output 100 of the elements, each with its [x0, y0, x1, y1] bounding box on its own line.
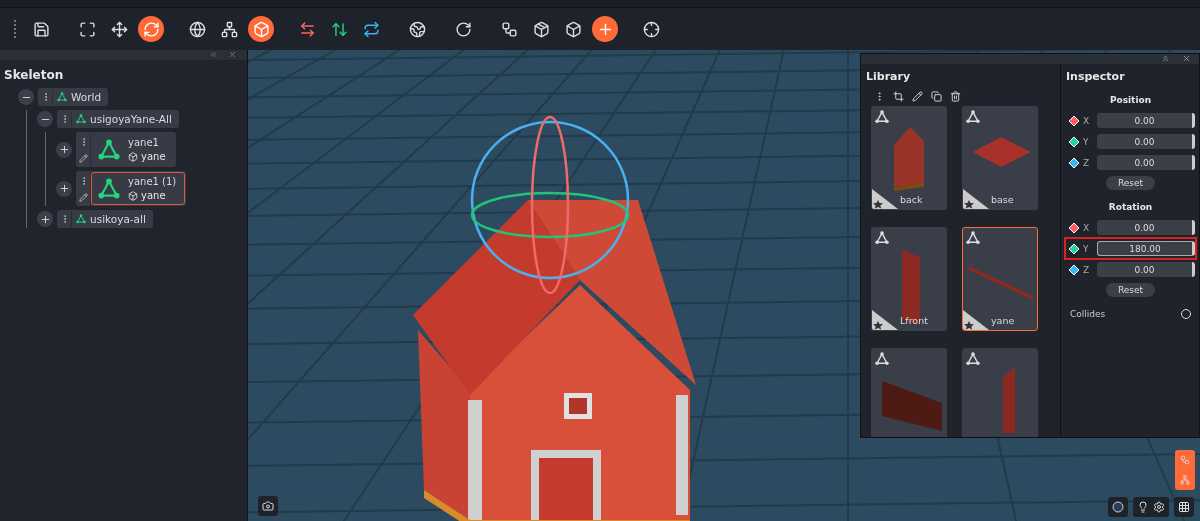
crosshair-icon [642, 20, 660, 38]
keyframe-icon [1069, 243, 1079, 254]
tree-node[interactable]: yane1 yane [76, 132, 176, 167]
camera-button[interactable] [258, 496, 278, 516]
globe-icon [408, 20, 426, 38]
copy-icon [931, 91, 942, 102]
number-field[interactable]: 0.00 [1097, 262, 1195, 277]
cube-outline-icon [564, 20, 582, 38]
cube-icon [532, 20, 550, 38]
settings-icon [1153, 501, 1165, 513]
skeleton-icon [875, 231, 889, 245]
axis-label: Y [1083, 136, 1090, 147]
pencil-icon [912, 91, 923, 102]
reset-button[interactable]: Reset [1105, 176, 1156, 190]
panel-title: Inspector [1066, 70, 1126, 83]
save-icon [32, 20, 50, 38]
model-thumbnail [882, 381, 942, 431]
library-card[interactable]: base [962, 106, 1038, 210]
expand-icon [78, 20, 96, 38]
axis-label: X [1083, 115, 1091, 126]
lighting-button[interactable] [1133, 497, 1169, 517]
keyframe-icon [1069, 222, 1079, 233]
tree-node[interactable]: yane1 (1) yane [76, 171, 187, 206]
node-label: yane1 [128, 137, 160, 148]
number-field[interactable]: 0.00 [1097, 134, 1195, 149]
background-button[interactable] [1108, 497, 1128, 517]
close-icon [228, 50, 237, 59]
library-card[interactable]: Lfront [871, 227, 947, 331]
plus-icon [39, 213, 51, 225]
keyframe-icon [1069, 264, 1079, 275]
collapse-button[interactable] [18, 89, 34, 105]
grid-button[interactable] [1174, 497, 1194, 517]
node-label: yane1 (1) [128, 176, 177, 187]
model-label: yane [128, 151, 166, 162]
card-label: Lfront [900, 315, 928, 326]
globe-icon [188, 20, 206, 38]
number-field[interactable]: 0.00 [1097, 155, 1195, 170]
axis-label: Z [1083, 264, 1091, 275]
pencil-icon [79, 153, 88, 163]
move-icon [110, 20, 128, 38]
reset-button[interactable]: Reset [1105, 283, 1156, 297]
axis-label: Y [1083, 243, 1090, 254]
model-thumbnail [969, 266, 1033, 300]
grid-icon [1178, 501, 1190, 513]
skeleton-icon [966, 352, 980, 366]
pencil-icon [79, 192, 88, 202]
keyframe-icon [1069, 157, 1079, 168]
node-label: usigoyaYane-All [72, 111, 178, 127]
keyframe-icon [1069, 136, 1079, 147]
plus-icon [58, 144, 70, 155]
library-card[interactable]: yane [962, 227, 1038, 331]
cube-icon [128, 190, 138, 201]
swap-icon [362, 20, 380, 38]
collides-label: Collides [1070, 309, 1106, 319]
skeleton-icon [76, 214, 86, 224]
viewport[interactable]: Library back base Lfront yane Inspector Position X 0.00 Y 0.00 Z 0.00 Reset Rotation X 0.00 Y 180.00 Z 0.00 Reset Collides [248, 50, 1200, 521]
library-card[interactable]: back [871, 106, 947, 210]
circle-icon [1112, 501, 1124, 513]
arrows-vertical-icon [330, 20, 348, 38]
node-label: usikoya-all [72, 211, 152, 227]
panel-title: Library [866, 70, 912, 83]
section-title: Position [1108, 95, 1153, 105]
skeleton-icon [98, 138, 120, 161]
tree-node[interactable]: usikoya-all [57, 210, 153, 228]
card-label: yane [991, 315, 1015, 326]
skeleton-icon [966, 231, 980, 245]
card-label: base [991, 194, 1014, 205]
section-title: Rotation [1107, 202, 1154, 212]
model-label: yane [128, 190, 177, 201]
lightbulb-icon [1137, 501, 1149, 513]
expand-button[interactable] [56, 141, 72, 158]
camera-icon [262, 500, 274, 512]
view-toggle-button[interactable] [1175, 450, 1195, 490]
skeleton-icon [966, 110, 980, 124]
axis-label: X [1083, 222, 1091, 233]
crop-icon [893, 91, 904, 102]
number-field[interactable]: 0.00 [1097, 113, 1195, 128]
close-icon [1182, 54, 1191, 63]
model-thumbnail [894, 127, 924, 191]
tree-node[interactable]: usigoyaYane-All [57, 110, 179, 128]
expand-button[interactable] [37, 211, 53, 227]
axis-label: Z [1083, 157, 1091, 168]
toolbar-button[interactable] [592, 16, 618, 42]
toolbar-button[interactable] [248, 16, 274, 42]
skeleton-icon [76, 114, 86, 124]
number-field[interactable]: 0.00 [1097, 220, 1195, 235]
plus-icon [58, 183, 70, 194]
panel-title: Skeleton [3, 67, 65, 84]
collapse-icon [1161, 54, 1170, 63]
rotate-icon [454, 20, 472, 38]
nodes-icon [220, 20, 238, 38]
refresh-icon [142, 20, 160, 38]
collapse-button[interactable] [37, 111, 53, 127]
skeleton-icon [875, 110, 889, 124]
skeleton-icon [57, 92, 67, 102]
number-field[interactable]: 180.00 [1097, 241, 1195, 256]
cube-icon [252, 20, 270, 38]
expand-button[interactable] [56, 180, 72, 197]
tree-node[interactable]: World [38, 88, 109, 106]
toolbar-button[interactable] [138, 16, 164, 42]
